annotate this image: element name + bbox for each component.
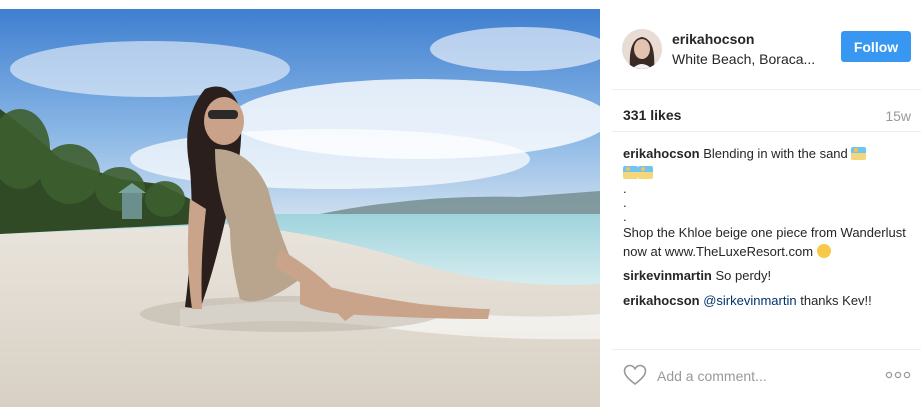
- post-photo[interactable]: [0, 9, 600, 407]
- caption-text: Blending in with the sand: [703, 146, 848, 161]
- winking-face-emoji: [816, 243, 831, 258]
- avatar[interactable]: [622, 29, 662, 69]
- post-age[interactable]: 15w: [885, 108, 911, 124]
- post-location[interactable]: White Beach, Boraca...: [672, 51, 815, 67]
- comment-username[interactable]: erikahocson: [623, 293, 700, 308]
- comment-text: So perdy!: [715, 268, 772, 283]
- post-sidebar: erikahocson White Beach, Boraca... Follo…: [612, 9, 921, 407]
- caption-dot: .: [623, 181, 627, 196]
- add-comment-input[interactable]: [657, 366, 857, 386]
- beach-umbrella-emoji: [851, 147, 867, 160]
- beach-photo-illustration: [0, 9, 600, 407]
- comment-text: thanks Kev!!: [800, 292, 872, 308]
- beach-umbrella-emoji: [638, 165, 653, 179]
- follow-button[interactable]: Follow: [841, 31, 911, 62]
- beach-umbrella-emoji: [623, 165, 638, 179]
- comment-username[interactable]: sirkevinmartin: [623, 268, 712, 283]
- likes-row: 331 likes 15w: [612, 101, 921, 132]
- more-options-icon[interactable]: [885, 366, 911, 384]
- instagram-post: erikahocson White Beach, Boraca... Follo…: [0, 0, 921, 407]
- post-header: erikahocson White Beach, Boraca... Follo…: [612, 9, 921, 90]
- comment-item: erikahocson @sirkevinmartin thanks Kev!!: [623, 292, 913, 311]
- heart-icon[interactable]: [623, 364, 647, 386]
- caption-dot: .: [623, 209, 627, 224]
- caption-shop-text: Shop the Khloe beige one piece from Wand…: [623, 225, 906, 259]
- caption-dot: .: [623, 195, 627, 210]
- comment-mention-link[interactable]: @sirkevinmartin: [703, 293, 796, 308]
- caption: erikahocson Blending in with the sand . …: [623, 145, 913, 261]
- caption-username[interactable]: erikahocson: [623, 146, 700, 161]
- likes-count[interactable]: 331 likes: [623, 107, 681, 123]
- add-comment-row: [612, 349, 921, 408]
- post-username[interactable]: erikahocson: [672, 31, 754, 47]
- comment-item: sirkevinmartin So perdy!: [623, 267, 913, 286]
- comments-list: erikahocson Blending in with the sand . …: [623, 145, 913, 316]
- avatar-image: [622, 29, 662, 69]
